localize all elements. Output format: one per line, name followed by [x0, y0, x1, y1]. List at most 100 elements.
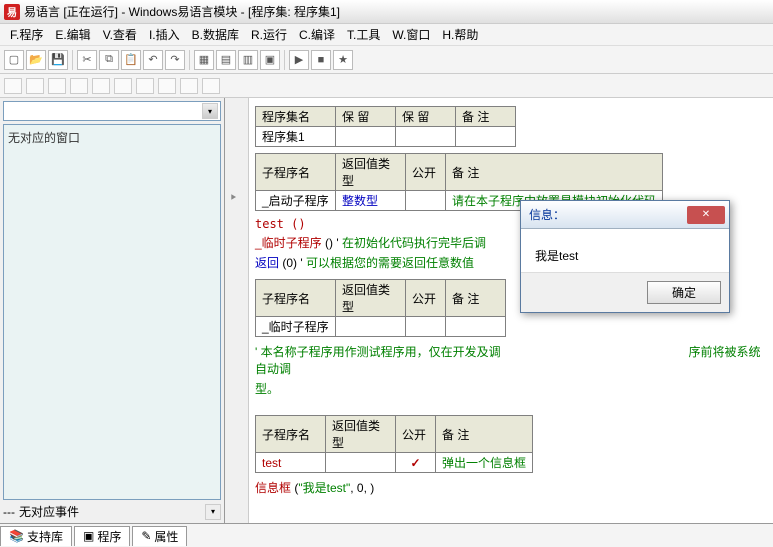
run-icon[interactable]: ▶: [289, 50, 309, 70]
menu-view[interactable]: V.查看: [97, 26, 143, 43]
grid2-icon[interactable]: ▤: [216, 50, 236, 70]
th: 备 注: [446, 280, 506, 317]
tab-lib[interactable]: 📚支持库: [0, 526, 72, 546]
event-dash: ---: [3, 505, 17, 519]
tool2-g[interactable]: [136, 78, 154, 94]
new-icon[interactable]: ▢: [4, 50, 24, 70]
grid1-icon[interactable]: ▦: [194, 50, 214, 70]
book-icon: 📚: [9, 529, 24, 543]
side-panel: ▾ 无对应的窗口 --- 无对应事件 ▾: [0, 98, 225, 523]
th: 公开: [396, 416, 436, 453]
code-line[interactable]: ' 本名称子程序用作测试程序用，仅在开发及调 序前将被系统自动调: [255, 343, 765, 377]
tool2-i[interactable]: [180, 78, 198, 94]
dialog-text: 我是test: [535, 249, 578, 263]
separator: [284, 50, 285, 70]
td[interactable]: [336, 317, 406, 337]
undo-icon[interactable]: ↶: [143, 50, 163, 70]
event-label: 无对应事件: [19, 503, 203, 520]
th: 子程序名: [256, 416, 326, 453]
stop-icon[interactable]: ■: [311, 50, 331, 70]
menu-help[interactable]: H.帮助: [436, 26, 484, 43]
th: 备 注: [436, 416, 533, 453]
tree-panel[interactable]: 无对应的窗口: [3, 124, 221, 500]
td[interactable]: [336, 127, 396, 147]
th: 返回值类型: [336, 280, 406, 317]
code-line[interactable]: 信息框 ("我是test", 0, ): [255, 479, 765, 496]
td[interactable]: _临时子程序: [256, 317, 336, 337]
chevron-down-icon: ▾: [202, 103, 218, 119]
cut-icon[interactable]: ✂: [77, 50, 97, 70]
th: 子程序名: [256, 154, 336, 191]
td[interactable]: 弹出一个信息框: [436, 453, 533, 473]
th: 子程序名: [256, 280, 336, 317]
menu-edit[interactable]: E.编辑: [49, 26, 96, 43]
td[interactable]: [456, 127, 516, 147]
th: 返回值类型: [336, 154, 406, 191]
td[interactable]: _启动子程序: [256, 191, 336, 211]
app-icon: 易: [4, 4, 20, 20]
td[interactable]: [446, 317, 506, 337]
dialog-titlebar[interactable]: 信息： ✕: [521, 201, 729, 229]
gutter-mark-icon: ⯈: [229, 193, 237, 204]
grid4-icon[interactable]: ▣: [260, 50, 280, 70]
open-icon[interactable]: 📂: [26, 50, 46, 70]
separator: [189, 50, 190, 70]
td[interactable]: 程序集1: [256, 127, 336, 147]
tab-attr[interactable]: ✎属性: [132, 526, 187, 546]
bug-icon[interactable]: ★: [333, 50, 353, 70]
td[interactable]: test: [256, 453, 326, 473]
td[interactable]: [326, 453, 396, 473]
menu-insert[interactable]: I.插入: [143, 26, 186, 43]
gutter: ⯈: [225, 98, 249, 523]
tool2-f[interactable]: [114, 78, 132, 94]
prop-icon: ✎: [141, 529, 151, 543]
td[interactable]: 整数型: [336, 191, 406, 211]
grid3-icon[interactable]: ▥: [238, 50, 258, 70]
redo-icon[interactable]: ↷: [165, 50, 185, 70]
td-check[interactable]: ✓: [396, 453, 436, 473]
ok-button[interactable]: 确定: [647, 281, 721, 304]
menu-bar: F.程序 E.编辑 V.查看 I.插入 B.数据库 R.运行 C.编译 T.工具…: [0, 24, 773, 46]
th: 返回值类型: [326, 416, 396, 453]
grid-program-set: 程序集名保 留保 留备 注 程序集1: [255, 106, 516, 147]
chevron-down-icon[interactable]: ▾: [205, 504, 221, 520]
th: 保 留: [396, 107, 456, 127]
td[interactable]: [406, 191, 446, 211]
menu-compile[interactable]: C.编译: [293, 26, 341, 43]
tab-prog[interactable]: ▣程序: [74, 526, 130, 546]
td[interactable]: [396, 127, 456, 147]
th: 备 注: [446, 154, 663, 191]
menu-run[interactable]: R.运行: [245, 26, 293, 43]
dialog-body: 我是test: [521, 229, 729, 272]
th: 公开: [406, 280, 446, 317]
title-bar: 易 易语言 [正在运行] - Windows易语言模块 - [程序集: 程序集1…: [0, 0, 773, 24]
tree-label: 无对应的窗口: [8, 131, 80, 145]
paste-icon[interactable]: 📋: [121, 50, 141, 70]
tool2-j[interactable]: [202, 78, 220, 94]
copy-icon[interactable]: ⧉: [99, 50, 119, 70]
code-line[interactable]: 型。: [255, 380, 765, 397]
tool2-a[interactable]: [4, 78, 22, 94]
tool2-c[interactable]: [48, 78, 66, 94]
save-icon[interactable]: 💾: [48, 50, 68, 70]
tool2-d[interactable]: [70, 78, 88, 94]
tool2-h[interactable]: [158, 78, 176, 94]
menu-db[interactable]: B.数据库: [186, 26, 245, 43]
th: 公开: [406, 154, 446, 191]
th: 程序集名: [256, 107, 336, 127]
tool2-e[interactable]: [92, 78, 110, 94]
menu-tool[interactable]: T.工具: [341, 26, 386, 43]
th: 备 注: [456, 107, 516, 127]
check-icon: ✓: [410, 456, 420, 470]
dialog-title: 信息：: [529, 206, 565, 223]
menu-window[interactable]: W.窗口: [386, 26, 436, 43]
tool2-b[interactable]: [26, 78, 44, 94]
message-dialog: 信息： ✕ 我是test 确定: [520, 200, 730, 313]
window-title: 易语言 [正在运行] - Windows易语言模块 - [程序集: 程序集1]: [24, 3, 340, 20]
menu-file[interactable]: F.程序: [4, 26, 49, 43]
close-icon[interactable]: ✕: [687, 206, 725, 224]
window-combo[interactable]: ▾: [3, 101, 221, 121]
toolbar-2: [0, 74, 773, 98]
td[interactable]: [406, 317, 446, 337]
toolbar-1: ▢ 📂 💾 ✂ ⧉ 📋 ↶ ↷ ▦ ▤ ▥ ▣ ▶ ■ ★: [0, 46, 773, 74]
